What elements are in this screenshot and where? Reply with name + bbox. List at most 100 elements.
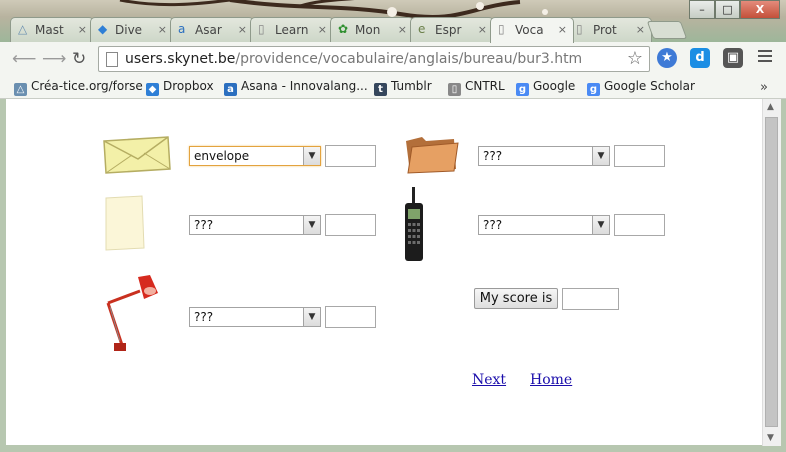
close-tab-icon[interactable]: ×: [158, 23, 167, 36]
page-icon: ▯: [448, 83, 461, 96]
bookmark-label: Asana - Innovalang...: [241, 79, 368, 93]
folder-icon: [406, 137, 459, 174]
vertical-scrollbar[interactable]: ▲ ▼: [762, 99, 781, 446]
answer-result-field-3[interactable]: [325, 214, 376, 236]
bookmark-label: Google: [533, 79, 576, 93]
bookmark-item[interactable]: g Google Scholar: [587, 78, 695, 96]
bookmark-item[interactable]: g Google: [516, 78, 575, 96]
tab-2[interactable]: ◆ Dive ×: [90, 17, 174, 42]
answer-select-1[interactable]: envelope ▼: [189, 146, 321, 166]
extension-star-icon[interactable]: ★: [657, 48, 677, 68]
answer-result-field-4[interactable]: [614, 214, 665, 236]
envelope-icon: [103, 136, 171, 174]
bookmarks-bar: △ Créa-tice.org/forse ◆ Dropbox a Asana - Inn…: [0, 76, 786, 99]
reload-icon[interactable]: ↻: [72, 51, 86, 68]
answer-select-4[interactable]: ??? ▼: [478, 215, 610, 235]
url-path: /providence/vocabulaire/anglais/bureau/b…: [235, 51, 583, 67]
next-link[interactable]: Next: [472, 372, 506, 388]
paper-icon: [105, 195, 145, 251]
scroll-thumb[interactable]: [765, 117, 778, 427]
new-tab-button[interactable]: [646, 21, 688, 39]
scroll-down-icon[interactable]: ▼: [767, 433, 774, 443]
url-host: users.skynet.be: [125, 51, 236, 67]
mobile-phone-icon: [405, 187, 423, 261]
bookmark-item[interactable]: a Asana - Innovalang...: [224, 78, 368, 96]
home-link[interactable]: Home: [530, 372, 572, 388]
chevron-down-icon: ▼: [592, 147, 609, 165]
select-value: ???: [194, 310, 214, 324]
answer-result-field-2[interactable]: [614, 145, 665, 167]
tab-5[interactable]: ✿ Mon ×: [330, 17, 414, 42]
tab-8[interactable]: ▯ Prot ×: [568, 17, 652, 42]
tab-label: Espr: [435, 23, 462, 37]
page-icon: ▯: [576, 22, 583, 36]
chrome-menu-icon[interactable]: [758, 50, 772, 65]
close-tab-icon[interactable]: ×: [478, 23, 487, 36]
e-icon: e: [418, 22, 426, 36]
answer-result-field-5[interactable]: [325, 306, 376, 328]
tab-label: Prot: [593, 23, 617, 37]
tumblr-icon: t: [374, 83, 387, 96]
bookmark-item[interactable]: △ Créa-tice.org/forse: [14, 78, 143, 96]
address-bar[interactable]: users.skynet.be/providence/vocabulaire/a…: [98, 46, 650, 72]
tab-4[interactable]: ▯ Learn ×: [250, 17, 334, 42]
close-tab-icon[interactable]: ×: [636, 23, 645, 36]
google-icon: g: [516, 83, 529, 96]
asana-icon: a: [178, 22, 186, 36]
tab-label: Dive: [115, 23, 143, 37]
page-icon: ▯: [498, 22, 505, 36]
desk-lamp-icon: [106, 275, 158, 351]
tab-3[interactable]: a Asar ×: [170, 17, 254, 42]
close-tab-icon[interactable]: ×: [558, 23, 567, 36]
bookmark-label: CNTRL: [465, 79, 505, 93]
extension-evernote-icon[interactable]: ▣: [723, 48, 743, 68]
asana-icon: a: [224, 83, 237, 96]
dropbox-icon: ◆: [146, 83, 159, 96]
page-viewport: envelope ▼ ??? ▼ ??? ▼ ??? ▼ ??? ▼ My sc…: [6, 99, 762, 445]
bookmarks-overflow-icon[interactable]: »: [760, 80, 768, 95]
forward-arrow-icon[interactable]: ⟶: [42, 51, 66, 68]
bookmark-label: Tumblr: [391, 79, 432, 93]
page-icon: [106, 52, 118, 67]
my-score-button[interactable]: My score is: [474, 288, 558, 309]
page-icon: ▯: [258, 22, 265, 36]
close-window-button[interactable]: X: [740, 0, 780, 19]
bookmark-item[interactable]: ▯ CNTRL: [448, 78, 505, 96]
answer-result-field-1[interactable]: [325, 145, 376, 167]
select-value: ???: [194, 218, 214, 232]
scroll-up-icon[interactable]: ▲: [767, 102, 774, 112]
tab-label: Asar: [195, 23, 222, 37]
tab-label: Voca: [515, 23, 544, 37]
bookmark-item[interactable]: ◆ Dropbox: [146, 78, 214, 96]
extension-d-icon[interactable]: d: [690, 48, 710, 68]
chevron-down-icon: ▼: [592, 216, 609, 234]
tab-1[interactable]: △ Mast ×: [10, 17, 94, 42]
bookmark-label: Dropbox: [163, 79, 214, 93]
tab-label: Mast: [35, 23, 64, 37]
bookmark-label: Google Scholar: [604, 79, 695, 93]
answer-select-2[interactable]: ??? ▼: [478, 146, 610, 166]
score-field[interactable]: [562, 288, 619, 310]
back-arrow-icon[interactable]: ⟵: [12, 51, 36, 68]
maximize-button[interactable]: □: [715, 0, 740, 19]
bookmark-star-icon[interactable]: ☆: [627, 47, 643, 71]
triangle-icon: △: [18, 22, 28, 36]
flower-icon: ✿: [338, 22, 349, 36]
select-value: ???: [483, 149, 503, 163]
chevron-down-icon: ▼: [303, 147, 320, 165]
close-tab-icon[interactable]: ×: [398, 23, 407, 36]
minimize-button[interactable]: –: [689, 0, 715, 19]
window-controls: – □ X: [689, 0, 780, 20]
close-tab-icon[interactable]: ×: [238, 23, 247, 36]
bookmark-label: Créa-tice.org/forse: [31, 79, 143, 93]
answer-select-3[interactable]: ??? ▼: [189, 215, 321, 235]
bookmark-item[interactable]: t Tumblr: [374, 78, 432, 96]
answer-select-5[interactable]: ??? ▼: [189, 307, 321, 327]
tab-7[interactable]: ▯ Voca ×: [490, 17, 574, 43]
chevron-down-icon: ▼: [303, 216, 320, 234]
close-tab-icon[interactable]: ×: [318, 23, 327, 36]
tab-label: Mon: [355, 23, 381, 37]
close-tab-icon[interactable]: ×: [78, 23, 87, 36]
select-value: envelope: [194, 149, 250, 163]
tab-6[interactable]: e Espr ×: [410, 17, 494, 42]
